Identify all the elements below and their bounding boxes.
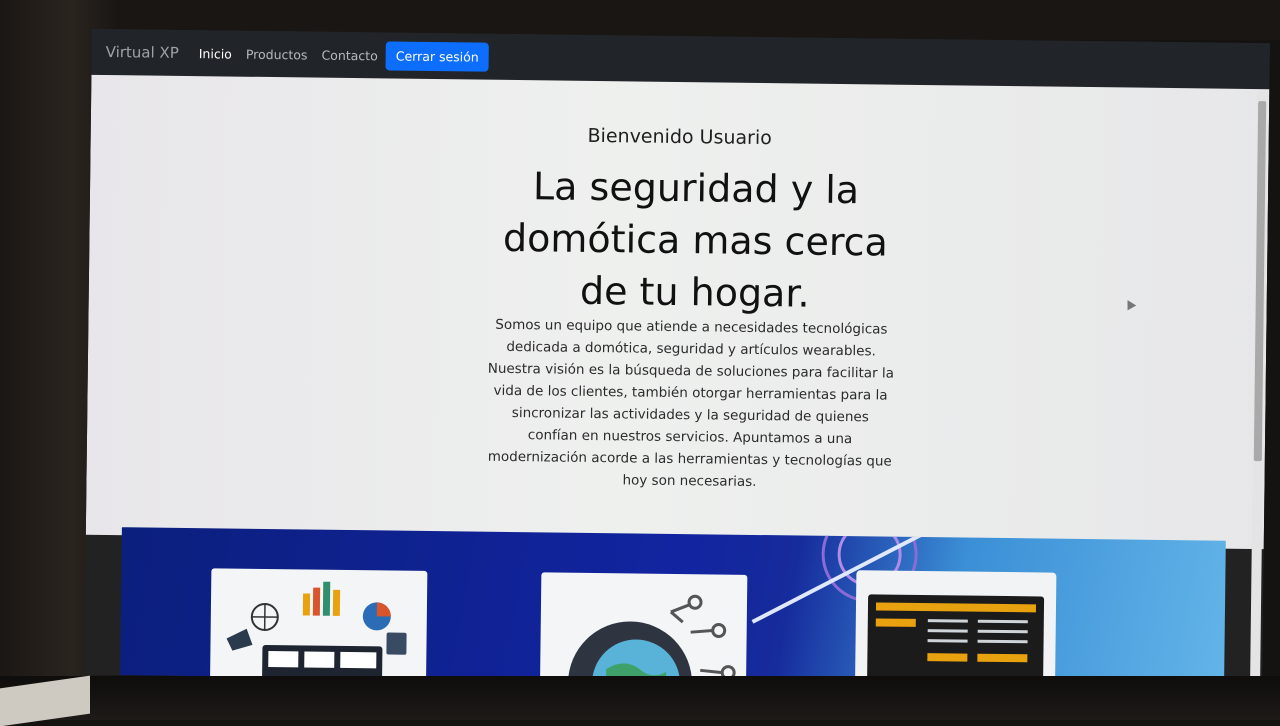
document-block — [875, 618, 916, 627]
logout-button[interactable]: Cerrar sesión — [385, 40, 489, 72]
navbar-brand[interactable]: Virtual XP — [106, 43, 179, 62]
nav-link-productos[interactable]: Productos — [246, 46, 308, 62]
hero-description: Somos un equipo que atiende a necesidade… — [487, 316, 895, 490]
monitor-bezel-bottom — [0, 676, 1280, 720]
mouse-cursor-icon — [1123, 297, 1137, 311]
services-banner — [120, 527, 1226, 689]
document-line — [977, 639, 1028, 644]
nav-link-inicio[interactable]: Inicio — [199, 46, 232, 61]
hero-headline: La seguridad y la domótica mas cerca de … — [502, 164, 889, 316]
document-line — [927, 629, 968, 633]
document-block — [927, 653, 968, 662]
nav-link-contacto[interactable]: Contacto — [321, 47, 377, 63]
document-header-bar — [875, 602, 1037, 613]
analytics-illustration-icon — [226, 581, 407, 681]
welcome-text: Bienvenido Usuario — [587, 124, 772, 150]
analytics-illustration-card — [210, 568, 428, 681]
laptop-document-illustration-icon — [867, 594, 1045, 687]
document-block — [977, 653, 1028, 663]
gear-globe-illustration-card — [540, 572, 748, 689]
laptop-document-illustration-card — [854, 570, 1057, 689]
document-line — [927, 639, 968, 643]
document-line — [927, 619, 968, 623]
hero-section: Bienvenido Usuario La seguridad y la dom… — [85, 74, 1270, 550]
document-line — [977, 629, 1028, 634]
gear-globe-illustration-icon — [568, 594, 736, 689]
document-line — [977, 619, 1028, 624]
browser-viewport: Virtual XP Inicio Productos Contacto Cer… — [84, 28, 1270, 690]
